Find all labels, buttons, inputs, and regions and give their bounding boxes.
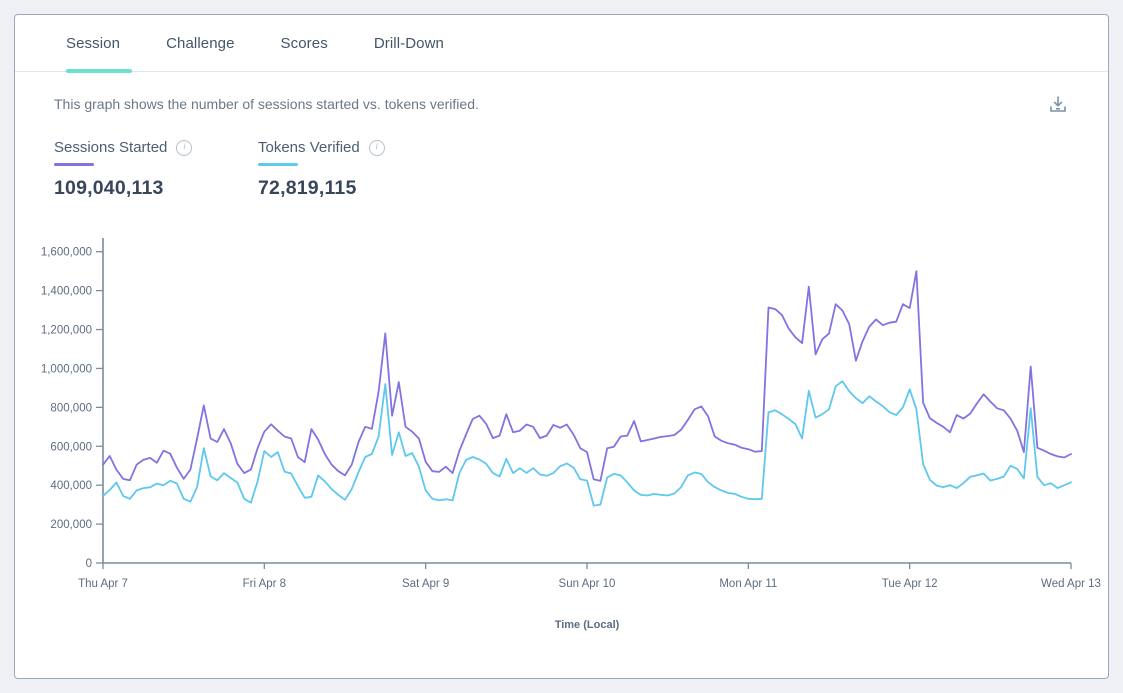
svg-text:Sun Apr 10: Sun Apr 10 xyxy=(559,578,616,590)
svg-text:Time (Local): Time (Local) xyxy=(555,619,620,631)
svg-text:0: 0 xyxy=(86,558,92,570)
svg-text:1,400,000: 1,400,000 xyxy=(41,286,92,298)
svg-text:800,000: 800,000 xyxy=(50,402,92,414)
session-analytics-card: Session Challenge Scores Drill-Down This… xyxy=(14,14,1109,679)
svg-text:600,000: 600,000 xyxy=(50,441,92,453)
svg-text:400,000: 400,000 xyxy=(50,480,92,492)
svg-text:Thu Apr 7: Thu Apr 7 xyxy=(78,578,128,590)
svg-text:1,600,000: 1,600,000 xyxy=(41,247,92,259)
svg-text:Fri Apr 8: Fri Apr 8 xyxy=(243,578,286,590)
svg-text:Sat Apr 9: Sat Apr 9 xyxy=(402,578,449,590)
svg-text:Tue Apr 12: Tue Apr 12 xyxy=(882,578,938,590)
dashboard-page: { "tabs": [ {"label": "Session", "active… xyxy=(0,0,1123,693)
svg-text:1,200,000: 1,200,000 xyxy=(41,325,92,337)
svg-text:Wed Apr 13: Wed Apr 13 xyxy=(1041,578,1101,590)
svg-text:Mon Apr 11: Mon Apr 11 xyxy=(719,578,777,590)
sessions-vs-tokens-chart[interactable]: 0 200,000 400,000 600,000 800,000 1,000,000 1,… xyxy=(15,15,1108,678)
svg-text:200,000: 200,000 xyxy=(50,519,92,531)
svg-text:1,000,000: 1,000,000 xyxy=(41,363,92,375)
